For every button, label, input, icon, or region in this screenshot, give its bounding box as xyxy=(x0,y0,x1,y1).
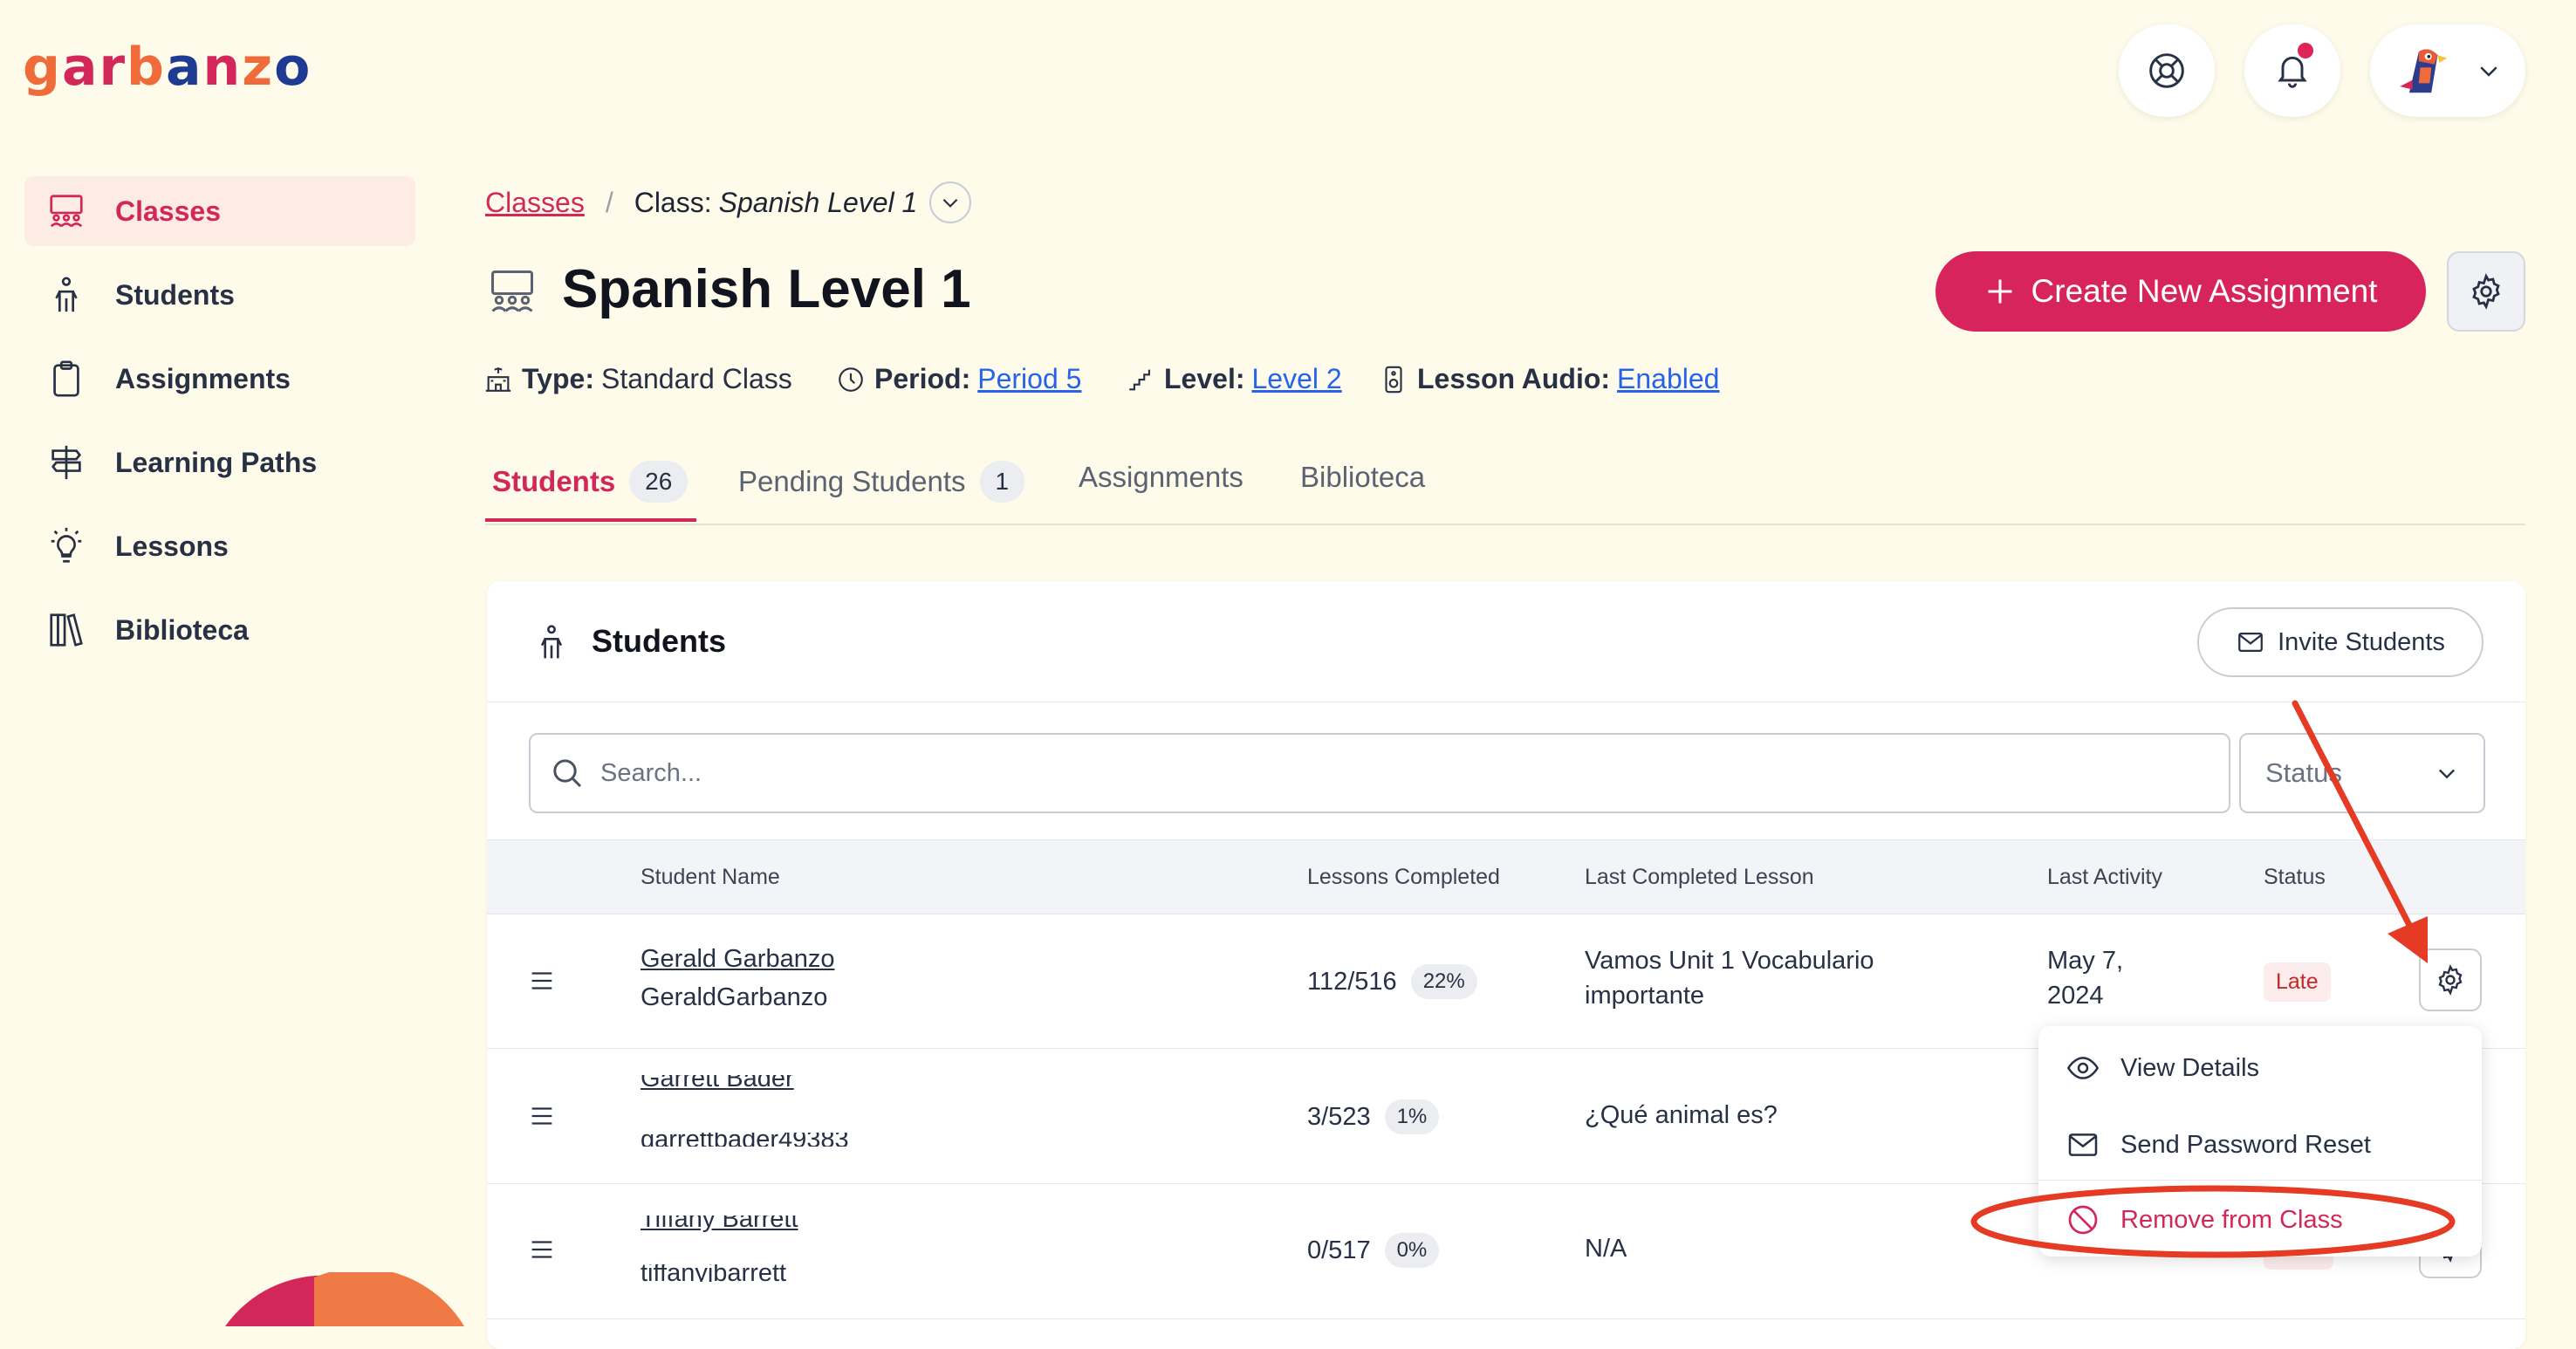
gear-icon xyxy=(2438,964,2463,996)
sidebar-item-students[interactable]: Students xyxy=(24,260,415,330)
lessons-completed: 112/516 22% xyxy=(1307,964,1477,999)
eye-icon xyxy=(2065,1051,2101,1085)
completion-percent-badge: 0% xyxy=(1384,1233,1440,1268)
status-badge: Late xyxy=(2264,962,2331,1002)
garbanzo-logo[interactable]: garbanzo xyxy=(23,37,312,98)
notifications-button[interactable] xyxy=(2244,24,2340,117)
parrot-avatar xyxy=(2400,49,2448,93)
row-settings-button[interactable] xyxy=(2419,948,2482,1011)
lifebuoy-icon xyxy=(2149,53,2184,88)
sidebar-item-learning-paths[interactable]: Learning Paths xyxy=(24,428,415,497)
school-icon xyxy=(485,366,511,392)
notification-dot xyxy=(2295,40,2316,61)
page-title: Spanish Level 1 xyxy=(562,259,971,319)
classroom-icon xyxy=(491,270,533,312)
books-icon xyxy=(44,607,89,653)
status-filter-select[interactable]: Status xyxy=(2239,733,2485,813)
student-name-link[interactable]: Tiffany Barrett xyxy=(641,1215,885,1234)
gear-icon xyxy=(2472,273,2500,310)
column-header-last-completed-lesson[interactable]: Last Completed Lesson xyxy=(1585,840,1814,914)
speaker-icon xyxy=(1385,366,1402,393)
class-period: Period: Period 5 xyxy=(836,363,1081,395)
student-icon xyxy=(540,625,563,659)
student-icon xyxy=(44,272,89,318)
last-completed-lesson-cont: importante xyxy=(1585,982,1705,1010)
student-name-link[interactable]: Garrett Bader xyxy=(641,1075,885,1093)
envelope-icon xyxy=(2238,632,2263,653)
lessons-completed: 3/523 1% xyxy=(1307,1099,1440,1134)
class-lesson-audio: Lesson Audio: Enabled xyxy=(1379,363,1719,395)
invite-students-button[interactable]: Invite Students xyxy=(2197,607,2484,677)
class-switcher-button[interactable] xyxy=(929,181,972,223)
students-count-badge: 26 xyxy=(629,461,689,503)
clipboard-icon xyxy=(44,356,89,401)
tab-students[interactable]: Students 26 xyxy=(492,461,689,503)
breadcrumb: Classes / Class: Spanish Level 1 xyxy=(485,181,972,223)
active-tab-indicator xyxy=(485,518,696,522)
completion-percent-badge: 1% xyxy=(1384,1099,1440,1134)
decorative-donut xyxy=(225,1272,464,1326)
last-completed-lesson: ¿Qué animal es? xyxy=(1585,1101,1778,1129)
clock-icon xyxy=(839,366,863,392)
student-username: tiffanyjbarrett xyxy=(641,1264,787,1282)
classroom-icon xyxy=(44,188,89,234)
student-name-link[interactable]: Gerald Garbanzo xyxy=(641,945,834,974)
chevron-down-icon xyxy=(2480,66,2497,77)
class-type: Type: Standard Class xyxy=(483,363,792,395)
stairs-icon xyxy=(1129,369,1150,390)
envelope-icon xyxy=(2065,1127,2101,1162)
sidebar-item-lessons[interactable]: Lessons xyxy=(24,511,415,581)
students-card-title: Students xyxy=(592,623,727,659)
lessons-completed: 0/517 0% xyxy=(1307,1233,1440,1268)
signpost-icon xyxy=(44,440,89,485)
row-actions-menu: View Details Send Password Reset Remove … xyxy=(2038,1026,2482,1257)
column-header-lessons-completed[interactable]: Lessons Completed xyxy=(1307,840,1500,914)
chevron-down-icon xyxy=(2439,769,2455,779)
drag-handle-icon[interactable] xyxy=(527,1101,557,1131)
tabs-divider xyxy=(485,524,2525,525)
tab-pending-students[interactable]: Pending Students 1 xyxy=(738,461,1025,503)
column-header-last-activity[interactable]: Last Activity xyxy=(2047,840,2162,914)
account-menu-button[interactable] xyxy=(2370,24,2525,117)
create-new-assignment-button[interactable]: Create New Assignment xyxy=(1935,251,2426,332)
breadcrumb-classes-link[interactable]: Classes xyxy=(485,187,585,219)
student-username: garrettbader49383 xyxy=(641,1133,849,1147)
column-header-status[interactable]: Status xyxy=(2264,840,2326,914)
sidebar-item-biblioteca[interactable]: Biblioteca xyxy=(24,595,415,665)
level-link[interactable]: Level 2 xyxy=(1251,363,1341,395)
search-input[interactable] xyxy=(599,757,2086,789)
prohibited-icon xyxy=(2065,1202,2101,1237)
column-header-student-name[interactable]: Student Name xyxy=(641,840,780,914)
help-button[interactable] xyxy=(2119,24,2215,117)
pending-count-badge: 1 xyxy=(979,461,1025,503)
menu-item-send-password-reset[interactable]: Send Password Reset xyxy=(2038,1106,2482,1183)
menu-item-remove-from-class[interactable]: Remove from Class xyxy=(2038,1181,2482,1258)
tab-assignments[interactable]: Assignments xyxy=(1079,461,1243,494)
search-icon xyxy=(553,759,582,788)
sidebar-item-assignments[interactable]: Assignments xyxy=(24,344,415,414)
plus-icon xyxy=(1988,279,2012,304)
menu-divider xyxy=(2038,1180,2482,1181)
search-field[interactable] xyxy=(529,733,2230,813)
tab-biblioteca[interactable]: Biblioteca xyxy=(1300,461,1425,494)
lesson-audio-link[interactable]: Enabled xyxy=(1617,363,1719,395)
class-settings-button[interactable] xyxy=(2447,251,2525,332)
class-level: Level: Level 2 xyxy=(1126,363,1342,395)
table-header: Student Name Lessons Completed Last Comp… xyxy=(487,839,2525,914)
chevron-down-icon xyxy=(942,198,958,208)
sidebar-item-classes[interactable]: Classes xyxy=(24,176,415,246)
student-username: GeraldGarbanzo xyxy=(641,983,828,1011)
last-activity-year: 2024 xyxy=(2047,982,2104,1010)
last-completed-lesson: N/A xyxy=(1585,1235,1627,1263)
last-activity: May 7, xyxy=(2047,947,2124,975)
last-completed-lesson: Vamos Unit 1 Vocabulario xyxy=(1585,947,1874,975)
lightbulb-icon xyxy=(44,524,89,569)
completion-percent-badge: 22% xyxy=(1410,964,1477,999)
drag-handle-icon[interactable] xyxy=(527,966,557,996)
menu-item-view-details[interactable]: View Details xyxy=(2038,1030,2482,1106)
period-link[interactable]: Period 5 xyxy=(977,363,1081,395)
drag-handle-icon[interactable] xyxy=(527,1235,557,1264)
